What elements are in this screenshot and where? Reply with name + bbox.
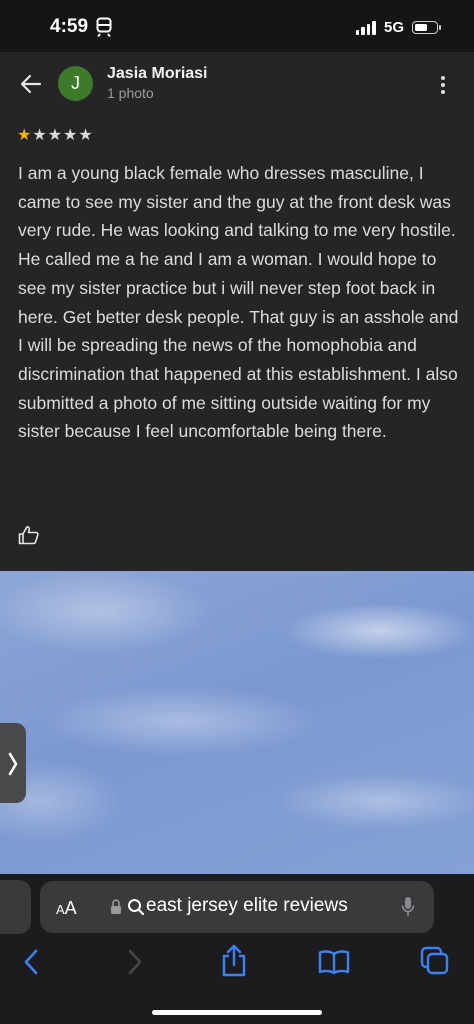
network-type: 5G [383, 19, 404, 36]
reader-options-button[interactable]: AA [56, 898, 77, 919]
back-arrow-icon[interactable] [20, 74, 42, 94]
status-time: 4:59 [50, 16, 89, 37]
star-rating: ★★★★★ [17, 125, 94, 145]
review-photo[interactable] [0, 571, 474, 874]
chevron-right-icon [8, 752, 18, 776]
browser-toolbar: AA east jersey elite reviews [0, 874, 474, 1024]
microphone-icon[interactable] [401, 896, 415, 918]
address-bar[interactable]: AA east jersey elite reviews [40, 881, 434, 933]
home-indicator[interactable] [152, 1010, 322, 1015]
review-card: J Jasia Moriasi 1 photo ★★★★★ I am a you… [0, 52, 474, 571]
share-icon[interactable] [220, 944, 248, 978]
forward-icon[interactable] [126, 948, 144, 976]
cellular-signal-icon [355, 20, 376, 35]
status-indicators: 5G [355, 19, 441, 36]
tabs-icon[interactable] [420, 946, 450, 976]
lock-icon [111, 899, 121, 914]
search-query[interactable]: east jersey elite reviews [146, 895, 348, 917]
review-text: I am a young black female who dresses ma… [18, 163, 459, 442]
side-panel-handle[interactable] [0, 723, 26, 803]
more-vertical-icon[interactable] [438, 76, 448, 96]
author-photo-count: 1 photo [107, 85, 154, 101]
star-empty-icon: ★ [47, 127, 64, 144]
search-icon [128, 899, 145, 916]
battery-icon [412, 21, 441, 34]
back-icon[interactable] [22, 948, 40, 976]
train-icon [96, 17, 112, 37]
star-empty-icon: ★ [78, 127, 94, 144]
status-bar: 4:59 5G [0, 0, 474, 52]
avatar[interactable]: J [58, 66, 93, 101]
star-empty-icon: ★ [32, 127, 48, 144]
star-empty-icon: ★ [63, 127, 79, 144]
author-name[interactable]: Jasia Moriasi [107, 65, 208, 83]
star-filled-icon: ★ [17, 127, 33, 144]
thumbs-up-icon[interactable] [18, 525, 40, 545]
previous-tab-preview[interactable] [0, 880, 31, 934]
bookmarks-icon[interactable] [318, 949, 350, 975]
